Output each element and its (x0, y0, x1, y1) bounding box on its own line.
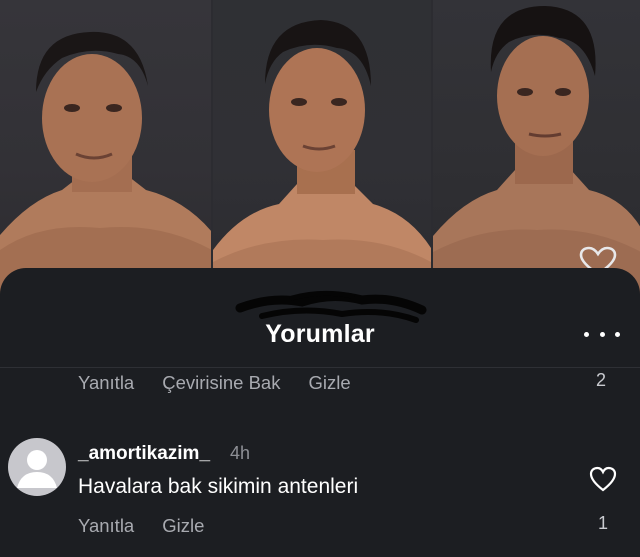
post-image[interactable] (0, 0, 640, 300)
comment-text: Havalara bak sikimin antenleri (78, 475, 359, 498)
reply-button[interactable]: Yanıtla (78, 372, 134, 394)
header-divider (0, 367, 640, 368)
reply-button[interactable]: Yanıtla (78, 515, 134, 537)
comment-username[interactable]: _amortikazim_ (78, 443, 210, 465)
more-options-icon[interactable] (584, 326, 620, 342)
comment-timestamp: 4h (230, 443, 251, 463)
first-comment-actions: Yanıtla Çevirisine Bak Gizle (78, 372, 379, 394)
default-avatar-icon[interactable] (8, 438, 66, 496)
sheet-title: Yorumlar (265, 320, 375, 348)
portrait-illustration (213, 20, 431, 300)
heart-outline-icon[interactable] (589, 466, 617, 492)
comment-actions: Yanıtla Gizle (78, 515, 232, 537)
portrait-illustration (0, 31, 212, 300)
like-count: 1 (598, 513, 609, 533)
post-image-panel-1 (0, 0, 212, 300)
like-count: 2 (596, 370, 607, 390)
hide-button[interactable]: Gizle (308, 372, 350, 394)
hide-button[interactable]: Gizle (162, 515, 204, 537)
post-image-panel-2 (213, 0, 431, 300)
see-translation-button[interactable]: Çevirisine Bak (162, 372, 280, 394)
